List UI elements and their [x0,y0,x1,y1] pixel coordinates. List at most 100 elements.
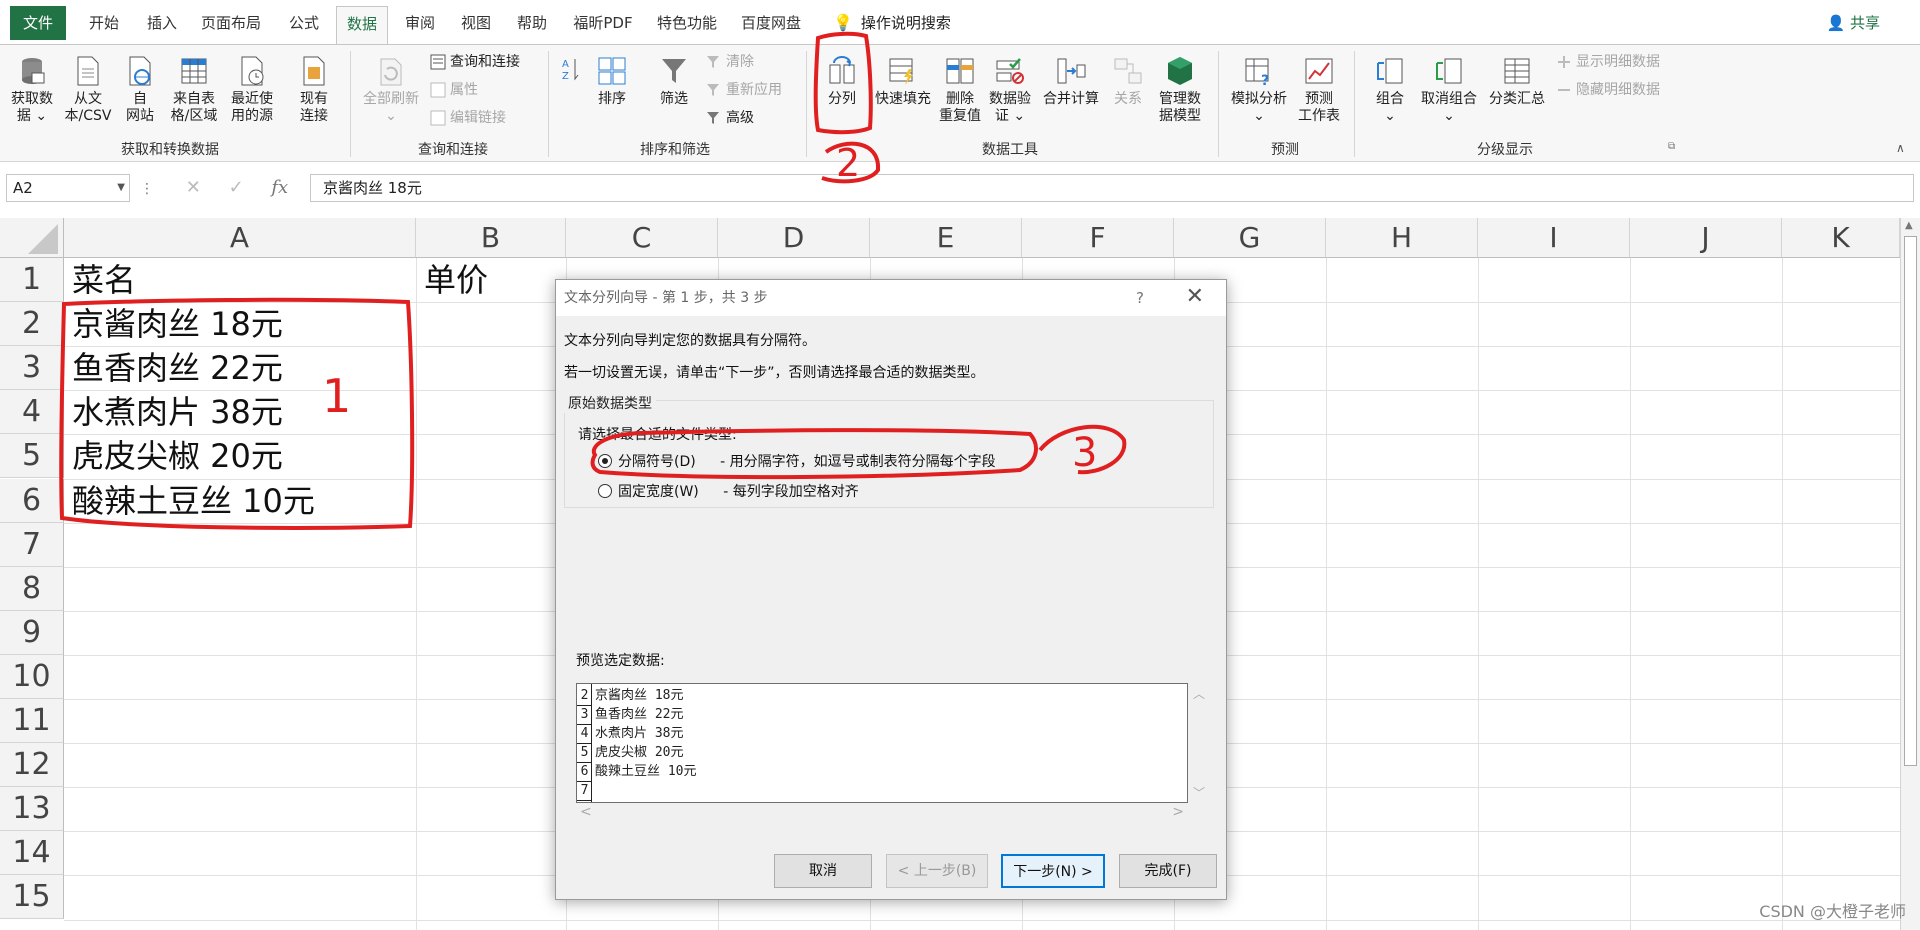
tab-review[interactable]: 审阅 [396,8,444,38]
preview-box[interactable]: 2 京酱肉丝 18元 3 鱼香肉丝 22元 4 水煮肉片 38元 5 虎皮尖椒 20元 6 酸辣土… [576,683,1188,803]
collapse-ribbon-icon[interactable]: ∧ [1896,141,1905,155]
sort-az-button[interactable]: AZ [556,49,586,91]
column-header[interactable]: I [1478,218,1630,258]
row-header[interactable]: 3 [0,346,64,391]
scroll-down-icon[interactable]: ﹀ [1193,784,1205,801]
tab-insert[interactable]: 插入 [138,8,186,38]
manage-data-model-button[interactable]: 管理数 据模型 [1152,49,1208,125]
row-header[interactable]: 13 [0,787,64,832]
scrollbar-thumb[interactable] [1904,236,1917,766]
chevron-down-icon[interactable]: ▼ [117,175,125,201]
more-icon[interactable]: ⋮ [140,181,154,197]
row-header[interactable]: 15 [0,875,64,920]
select-all-corner[interactable] [0,218,64,258]
queries-connections-button[interactable]: 查询和连接 [428,51,520,73]
edit-links-button[interactable]: 编辑链接 [428,107,506,129]
what-if-analysis-button[interactable]: ? 模拟分析 ⌄ [1226,49,1292,125]
close-icon[interactable]: ✕ [1186,280,1204,314]
clear-filter-button[interactable]: 清除 [704,51,754,73]
column-header[interactable]: C [566,218,718,258]
column-header[interactable]: H [1326,218,1478,258]
tab-view[interactable]: 视图 [452,8,500,38]
column-header[interactable]: G [1174,218,1326,258]
data-validation-button[interactable]: 数据验证 ⌄ [986,49,1034,125]
row-header[interactable]: 12 [0,743,64,788]
insert-function-icon[interactable]: fx [271,177,288,198]
enter-icon[interactable]: ✓ [229,177,244,198]
from-web-button[interactable]: 自网站 [118,49,162,125]
finish-button[interactable]: 完成(F) [1119,854,1217,888]
advanced-filter-button[interactable]: 高级 [704,107,754,129]
row-header[interactable]: 4 [0,390,64,435]
radio-fixed-width[interactable] [598,484,612,498]
ungroup-button[interactable]: 取消组合 ⌄ [1416,49,1482,125]
scroll-right-icon[interactable]: > [1172,804,1184,820]
vertical-scrollbar[interactable]: ▲ [1900,218,1920,930]
preview-vertical-scrollbar[interactable]: ︿ ﹀ [1189,683,1207,803]
row-header[interactable]: 1 [0,258,64,303]
tab-home[interactable]: 开始 [80,8,128,38]
preview-horizontal-scrollbar[interactable]: < > [576,804,1188,822]
tab-data[interactable]: 数据 [336,6,388,44]
dialog-titlebar[interactable]: 文本分列向导 - 第 1 步，共 3 步 [556,280,1226,316]
scroll-up-icon[interactable]: ︿ [1193,685,1205,702]
row-header[interactable]: 9 [0,610,64,655]
relationships-button[interactable]: 关系 [1106,49,1150,108]
row-header[interactable]: 2 [0,302,64,347]
text-to-columns-button[interactable]: 分列 [818,49,866,108]
formula-input[interactable]: 京酱肉丝 18元 [310,174,1914,202]
tab-baidu-netdisk[interactable]: 百度网盘 [734,8,808,38]
row-header[interactable]: 5 [0,434,64,479]
from-table-button[interactable]: 来自表 格/区域 [166,49,222,125]
flash-fill-button[interactable]: 快速填充 [872,49,934,108]
reapply-button[interactable]: 重新应用 [704,79,782,101]
scroll-left-icon[interactable]: < [580,804,592,820]
row-header[interactable]: 10 [0,654,64,699]
dialog-launcher-icon[interactable]: ⧉ [1668,141,1675,152]
properties-button[interactable]: 属性 [428,79,478,101]
delimited-option[interactable]: 分隔符号(D) - 用分隔字符，如逗号或制表符分隔每个字段 [598,451,996,471]
column-header[interactable]: D [718,218,870,258]
help-button[interactable]: ? [1136,280,1144,316]
from-text-csv-button[interactable]: 从文 本/CSV [62,49,114,125]
cell-a6[interactable]: 酸辣土豆丝 10元 [64,479,315,523]
forecast-sheet-button[interactable]: 预测 工作表 [1294,49,1344,125]
name-box[interactable]: A2 ▼ [6,174,130,202]
recent-sources-button[interactable]: 最近使 用的源 [224,49,280,125]
refresh-all-button[interactable]: 全部刷新 ⌄ [358,49,424,125]
row-header[interactable]: 8 [0,566,64,611]
share-button[interactable]: 👤 共享 [1827,12,1880,33]
radio-delimited[interactable] [598,454,612,468]
fixed-width-option[interactable]: 固定宽度(W) - 每列字段加空格对齐 [598,481,859,501]
group-button[interactable]: 组合 ⌄ [1364,49,1416,125]
column-header[interactable]: J [1630,218,1782,258]
tab-formulas[interactable]: 公式 [280,8,328,38]
remove-duplicates-button[interactable]: 删除 重复值 [936,49,984,125]
cell-a2[interactable]: 京酱肉丝 18元 [64,302,283,346]
cell-a5[interactable]: 虎皮尖椒 20元 [64,434,283,478]
row-header[interactable]: 14 [0,831,64,876]
back-button[interactable]: < 上一步(B) [886,854,988,888]
subtotal-button[interactable]: 分类汇总 [1484,49,1550,108]
scroll-up-icon[interactable]: ▲ [1905,220,1913,231]
cancel-button[interactable]: 取消 [774,854,872,888]
tab-special[interactable]: 特色功能 [650,8,724,38]
existing-connections-button[interactable]: 现有 连接 [292,49,336,125]
tab-page-layout[interactable]: 页面布局 [196,8,266,38]
cell-a3[interactable]: 鱼香肉丝 22元 [64,346,283,390]
hide-detail-button[interactable]: 隐藏明细数据 [1554,79,1660,101]
column-header[interactable]: K [1782,218,1900,258]
column-header[interactable]: F [1022,218,1174,258]
column-header[interactable]: E [870,218,1022,258]
cell-a1[interactable]: 菜名 [64,258,136,302]
row-header[interactable]: 7 [0,522,64,567]
get-data-button[interactable]: 获取数 据 ⌄ [6,49,58,125]
row-header[interactable]: 11 [0,699,64,744]
tab-file[interactable]: 文件 [10,6,66,40]
tab-foxit-pdf[interactable]: 福昕PDF [566,8,640,38]
column-header[interactable]: A [64,218,416,258]
column-header[interactable]: B [416,218,566,258]
filter-button[interactable]: 筛选 [652,49,696,108]
cell-a4[interactable]: 水煮肉片 38元 [64,390,283,434]
sort-button[interactable]: 排序 [590,49,634,108]
